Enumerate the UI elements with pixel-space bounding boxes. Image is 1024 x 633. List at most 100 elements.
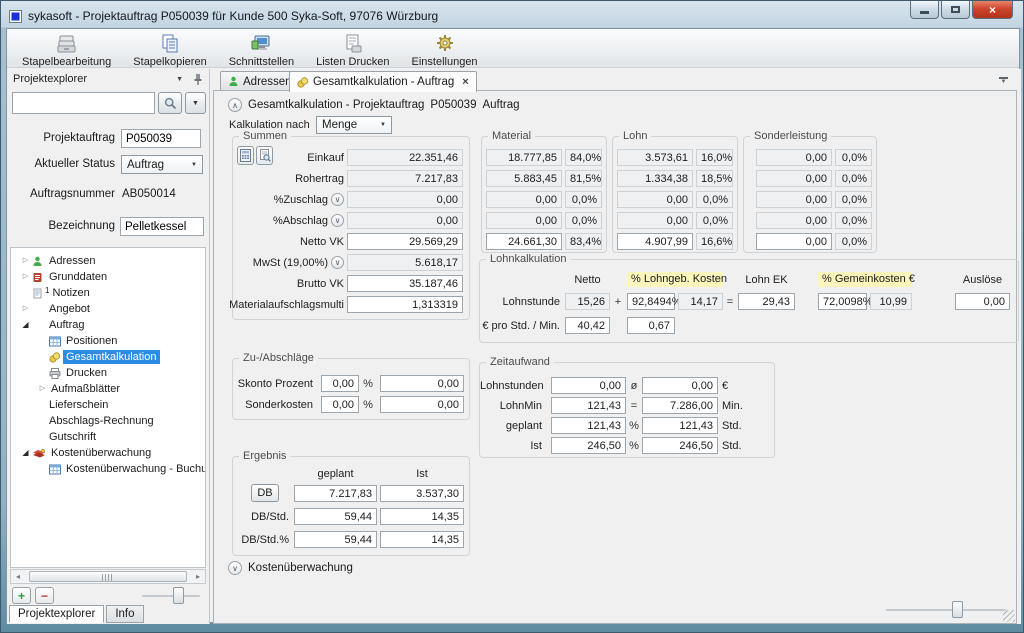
zuschlag-dropdown-button[interactable]: ∨ <box>331 193 344 206</box>
resize-grip[interactable] <box>1003 610 1015 622</box>
lohnmin-total-field[interactable]: 7.286,00 <box>642 397 718 414</box>
scroll-right-icon[interactable]: ▸ <box>191 572 205 581</box>
row-label: Brutto VK <box>297 278 344 290</box>
lohngeb-pct-field[interactable]: 92,8494% <box>627 293 675 310</box>
sonderkosten-value-field[interactable]: 0,00 <box>380 396 464 413</box>
expander-icon[interactable]: ▷ <box>20 301 31 317</box>
main-zoom-slider-thumb[interactable] <box>952 601 963 618</box>
lohnstunde-netto-field: 15,26 <box>565 293 610 310</box>
minimize-button[interactable] <box>910 1 939 19</box>
tree-item-aufmassblaetter[interactable]: ▷ Aufmaßblätter <box>11 381 205 397</box>
search-button[interactable] <box>158 92 182 114</box>
tab-adressen[interactable]: Adressen <box>220 71 300 91</box>
geplant-pct-field[interactable]: 121,43 <box>551 417 626 434</box>
scrollbar-thumb[interactable] <box>29 571 187 582</box>
lohnstunden-field[interactable]: 0,00 <box>551 377 626 394</box>
tree-item-kostenueberwachung-buchung[interactable]: Kostenüberwachung - Buchung <box>11 461 205 477</box>
collapse-section-button[interactable]: ∧ <box>228 98 242 112</box>
abschlag-dropdown-button[interactable]: ∨ <box>331 214 344 227</box>
expander-icon[interactable]: ◢ <box>20 317 31 333</box>
mwst-dropdown-button[interactable]: ∨ <box>331 256 344 269</box>
kostenueberwachung-section[interactable]: ∨ Kostenüberwachung <box>228 561 353 575</box>
horizontal-scrollbar[interactable]: ◂ ▸ <box>10 569 206 584</box>
kalkulation-nach-combobox[interactable]: Menge ▼ <box>316 116 392 134</box>
abschlag-field[interactable]: 0,00 <box>347 212 463 229</box>
lohnmin-field[interactable]: 121,43 <box>551 397 626 414</box>
stapelkopieren-button[interactable]: Stapelkopieren <box>122 31 217 70</box>
maximize-button[interactable] <box>941 1 970 19</box>
tree-item-label: Gesamtkalkulation <box>63 350 160 364</box>
tree-item-auftrag[interactable]: ◢ Auftrag <box>11 317 205 333</box>
ist-std-field[interactable]: 246,50 <box>642 437 718 454</box>
tree-item-gutschrift[interactable]: Gutschrift <box>11 429 205 445</box>
tree-item-notizen[interactable]: 1 Notizen <box>11 285 205 301</box>
tree-item-abschlags-rechnung[interactable]: Abschlags-Rechnung <box>11 413 205 429</box>
search-options-button[interactable]: ▼ <box>185 92 206 114</box>
tree-item-drucken[interactable]: Drucken <box>11 365 205 381</box>
panel-menu-icon[interactable]: ▼ <box>176 76 183 83</box>
lohnstunden-eur-field[interactable]: 0,00 <box>642 377 718 394</box>
remove-button[interactable]: − <box>35 587 54 604</box>
netto-vk-field[interactable]: 29.569,29 <box>347 233 463 250</box>
explorer-zoom-slider-track[interactable] <box>142 595 200 597</box>
chevron-down-icon: ∨ <box>335 216 341 225</box>
explorer-zoom-slider-thumb[interactable] <box>173 587 184 604</box>
db-ist-field[interactable]: 3.537,30 <box>380 485 464 502</box>
tree-item-lieferschein[interactable]: Lieferschein <box>11 397 205 413</box>
close-tab-icon[interactable]: × <box>462 76 468 88</box>
lohn-ek-field[interactable]: 29,43 <box>738 293 795 310</box>
db-std-pct-geplant-field[interactable]: 59,44 <box>294 531 377 548</box>
window-title: sykasoft - Projektauftrag P050039 für Ku… <box>28 9 438 23</box>
db-button[interactable]: DB <box>251 484 279 502</box>
eur-pro-min-field[interactable]: 0,67 <box>627 317 675 334</box>
sonder-pct: 0,0% <box>835 149 872 166</box>
skonto-pct-field[interactable]: 0,00 <box>321 375 359 392</box>
close-button[interactable]: × <box>972 1 1013 19</box>
material-netto-field[interactable]: 24.661,30 <box>486 233 562 250</box>
materialaufschlag-field[interactable]: 1,313319 <box>347 296 463 313</box>
main-zoom-slider-track[interactable] <box>886 609 1006 611</box>
tree-item-grunddaten[interactable]: ▷ Grunddaten <box>11 269 205 285</box>
db-std-geplant-field[interactable]: 59,44 <box>294 508 377 525</box>
geplant-std-field[interactable]: 121,43 <box>642 417 718 434</box>
tree-item-adressen[interactable]: ▷ Adressen <box>11 253 205 269</box>
tree-item-positionen[interactable]: Positionen <box>11 333 205 349</box>
tree-item-kostenueberwachung[interactable]: ◢ Kostenüberwachung <box>11 445 205 461</box>
ausloese-field[interactable]: 0,00 <box>955 293 1010 310</box>
tab-gesamtkalkulation-auftrag[interactable]: Gesamtkalkulation - Auftrag × <box>289 71 477 92</box>
tree-item-angebot[interactable]: ▷ Angebot <box>11 301 205 317</box>
projektauftrag-field[interactable] <box>121 129 201 148</box>
tree-item-gesamtkalkulation[interactable]: Gesamtkalkulation <box>11 349 205 365</box>
status-combobox[interactable]: Auftrag ▼ <box>121 155 203 174</box>
lohn-netto-field[interactable]: 4.907,99 <box>617 233 693 250</box>
expand-section-button[interactable]: ∨ <box>228 561 242 575</box>
scroll-left-icon[interactable]: ◂ <box>11 572 25 581</box>
tab-info[interactable]: Info <box>106 605 143 623</box>
zuschlag-field[interactable]: 0,00 <box>347 191 463 208</box>
search-input[interactable] <box>13 93 154 113</box>
listen-drucken-button[interactable]: Listen Drucken <box>305 31 400 70</box>
einstellungen-button[interactable]: Einstellungen <box>401 31 489 70</box>
expander-icon[interactable]: ▷ <box>20 253 31 269</box>
expander-icon[interactable]: ▷ <box>20 269 31 285</box>
pin-icon[interactable] <box>193 73 203 85</box>
schnittstellen-button[interactable]: Schnittstellen <box>218 31 305 70</box>
brutto-vk-field[interactable]: 35.187,46 <box>347 275 463 292</box>
stapelbearbeitung-button[interactable]: Stapelbearbeitung <box>11 31 122 70</box>
ist-pct-field[interactable]: 246,50 <box>551 437 626 454</box>
db-std-ist-field[interactable]: 14,35 <box>380 508 464 525</box>
gemeinkosten-pct-field[interactable]: 72,0098% <box>818 293 867 310</box>
tab-projektexplorer[interactable]: Projektexplorer <box>9 605 104 623</box>
db-geplant-field[interactable]: 7.217,83 <box>294 485 377 502</box>
sonderkosten-pct-field[interactable]: 0,00 <box>321 396 359 413</box>
expander-icon[interactable]: ◢ <box>20 445 31 461</box>
expander-icon[interactable]: ▷ <box>37 381 48 397</box>
status-label: Aktueller Status <box>7 158 115 170</box>
db-std-pct-ist-field[interactable]: 14,35 <box>380 531 464 548</box>
tab-list-button[interactable]: ▼ <box>998 77 1009 85</box>
skonto-value-field[interactable]: 0,00 <box>380 375 464 392</box>
add-button[interactable]: + <box>12 587 31 604</box>
bezeichnung-field[interactable] <box>120 217 204 236</box>
sonder-netto-field[interactable]: 0,00 <box>756 233 832 250</box>
eur-pro-std-field[interactable]: 40,42 <box>565 317 610 334</box>
